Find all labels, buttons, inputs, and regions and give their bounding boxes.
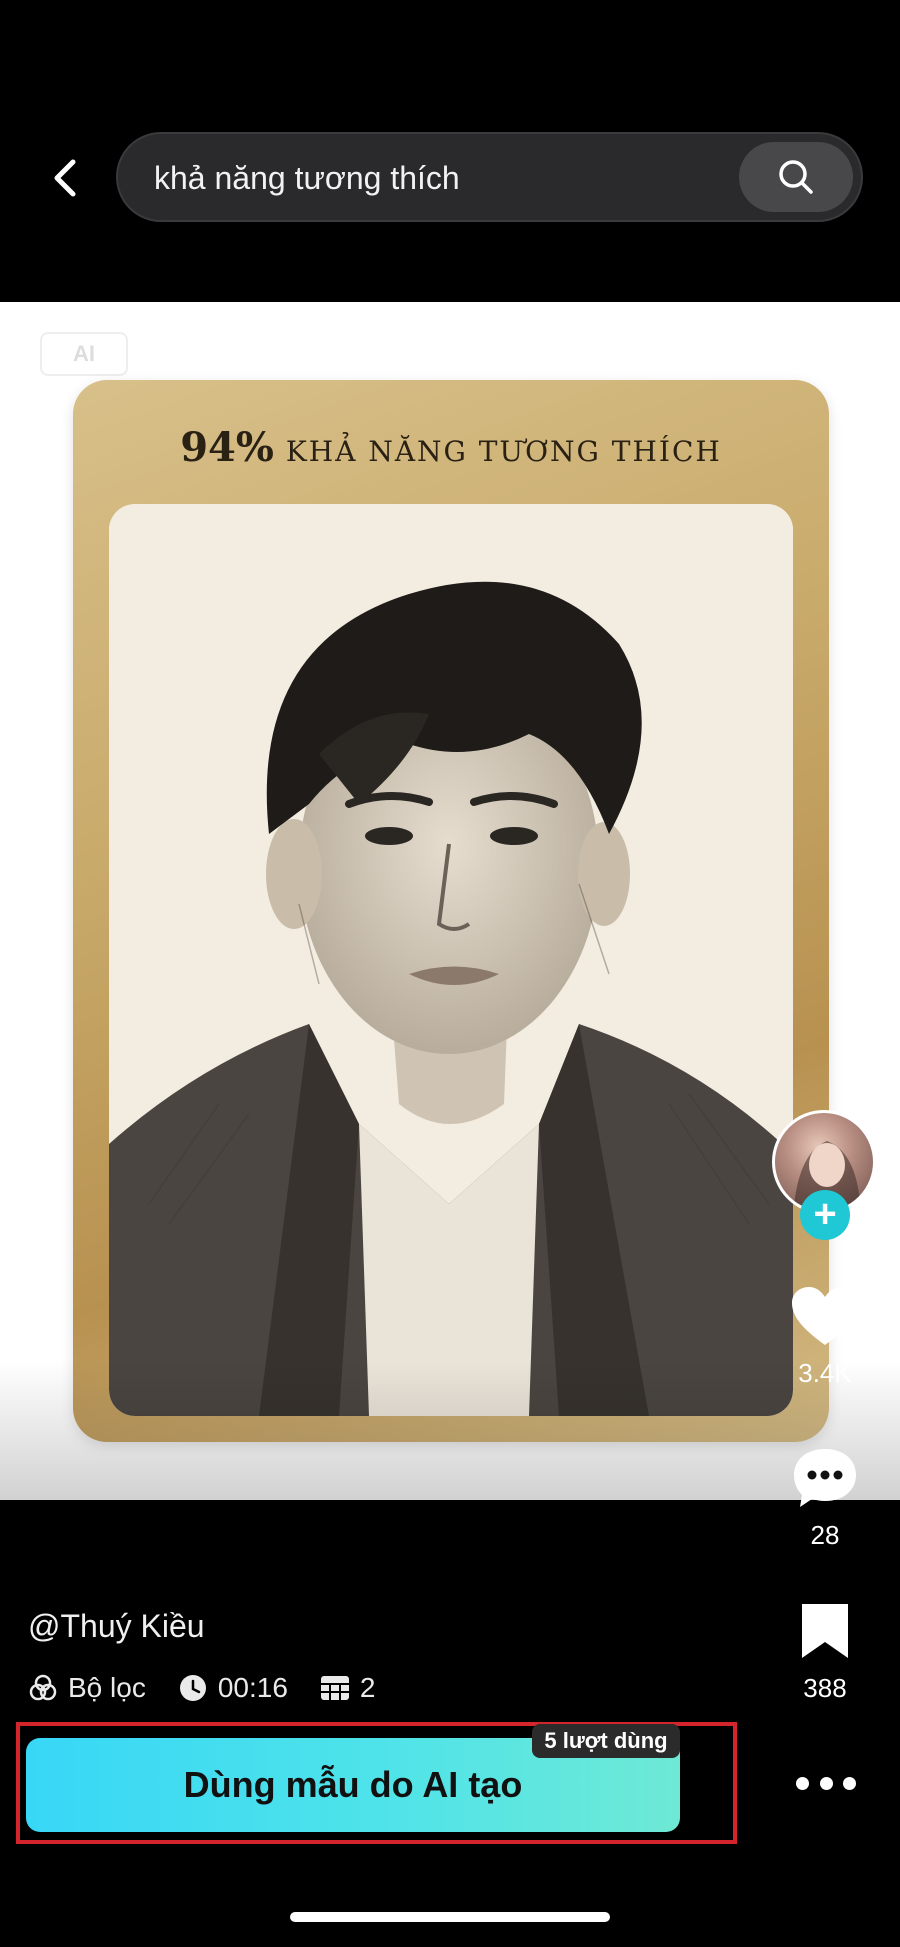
chevron-left-icon bbox=[54, 159, 76, 197]
like-count: 3.4K bbox=[798, 1358, 852, 1388]
search-button[interactable] bbox=[739, 142, 853, 212]
top-bar: khả năng tương thích bbox=[0, 0, 900, 302]
grid-icon bbox=[320, 1676, 349, 1700]
filter-label: Bộ lọc bbox=[68, 1672, 146, 1703]
filter-icon bbox=[29, 1674, 57, 1701]
save-count: 388 bbox=[803, 1673, 847, 1703]
photo-count-text: 2 bbox=[359, 1672, 376, 1703]
search-icon bbox=[779, 160, 813, 194]
more-options-button[interactable] bbox=[796, 1768, 856, 1798]
more-dot-icon bbox=[843, 1776, 856, 1790]
compatibility-card: 94% KHẢ NĂNG TƯƠNG THÍCH bbox=[73, 380, 829, 1442]
home-indicator[interactable] bbox=[290, 1912, 610, 1922]
comment-button[interactable]: 28 bbox=[760, 1445, 890, 1551]
portrait-sketch-image bbox=[109, 504, 793, 1416]
back-button[interactable] bbox=[40, 150, 90, 206]
more-dot-icon bbox=[819, 1776, 833, 1790]
comment-count: 28 bbox=[810, 1520, 840, 1550]
usage-count-badge: 5 lượt dùng bbox=[532, 1724, 680, 1758]
side-action-bar: + 3.4K 28 388 bbox=[760, 1110, 890, 1730]
photo-count-meta: 2 bbox=[320, 1672, 376, 1704]
card-title-text: KHẢ NĂNG TƯƠNG THÍCH bbox=[285, 435, 722, 468]
bookmark-icon bbox=[802, 1604, 848, 1658]
sketch-portrait bbox=[109, 504, 793, 1416]
more-dot-icon bbox=[796, 1776, 809, 1790]
comment-icon bbox=[794, 1449, 856, 1507]
card-title: 94% KHẢ NĂNG TƯƠNG THÍCH bbox=[73, 424, 829, 471]
ai-watermark: AI bbox=[40, 332, 128, 376]
filter-meta[interactable]: Bộ lọc bbox=[28, 1672, 146, 1704]
like-button[interactable]: 3.4K bbox=[760, 1285, 890, 1389]
heart-icon bbox=[792, 1287, 858, 1345]
duration-text: 00:16 bbox=[217, 1672, 288, 1703]
clock-icon bbox=[179, 1675, 206, 1701]
search-query-text: khả năng tương thích bbox=[154, 160, 460, 196]
save-button[interactable]: 388 bbox=[760, 1600, 890, 1704]
post-meta: Bộ lọc 00:16 2 bbox=[28, 1668, 407, 1708]
creator-username[interactable]: @Thuý Kiều bbox=[28, 1608, 205, 1645]
follow-button[interactable]: + bbox=[800, 1190, 850, 1240]
search-input[interactable]: khả năng tương thích bbox=[116, 132, 863, 222]
duration-meta: 00:16 bbox=[178, 1672, 288, 1704]
compatibility-percent: 94% bbox=[180, 424, 274, 471]
